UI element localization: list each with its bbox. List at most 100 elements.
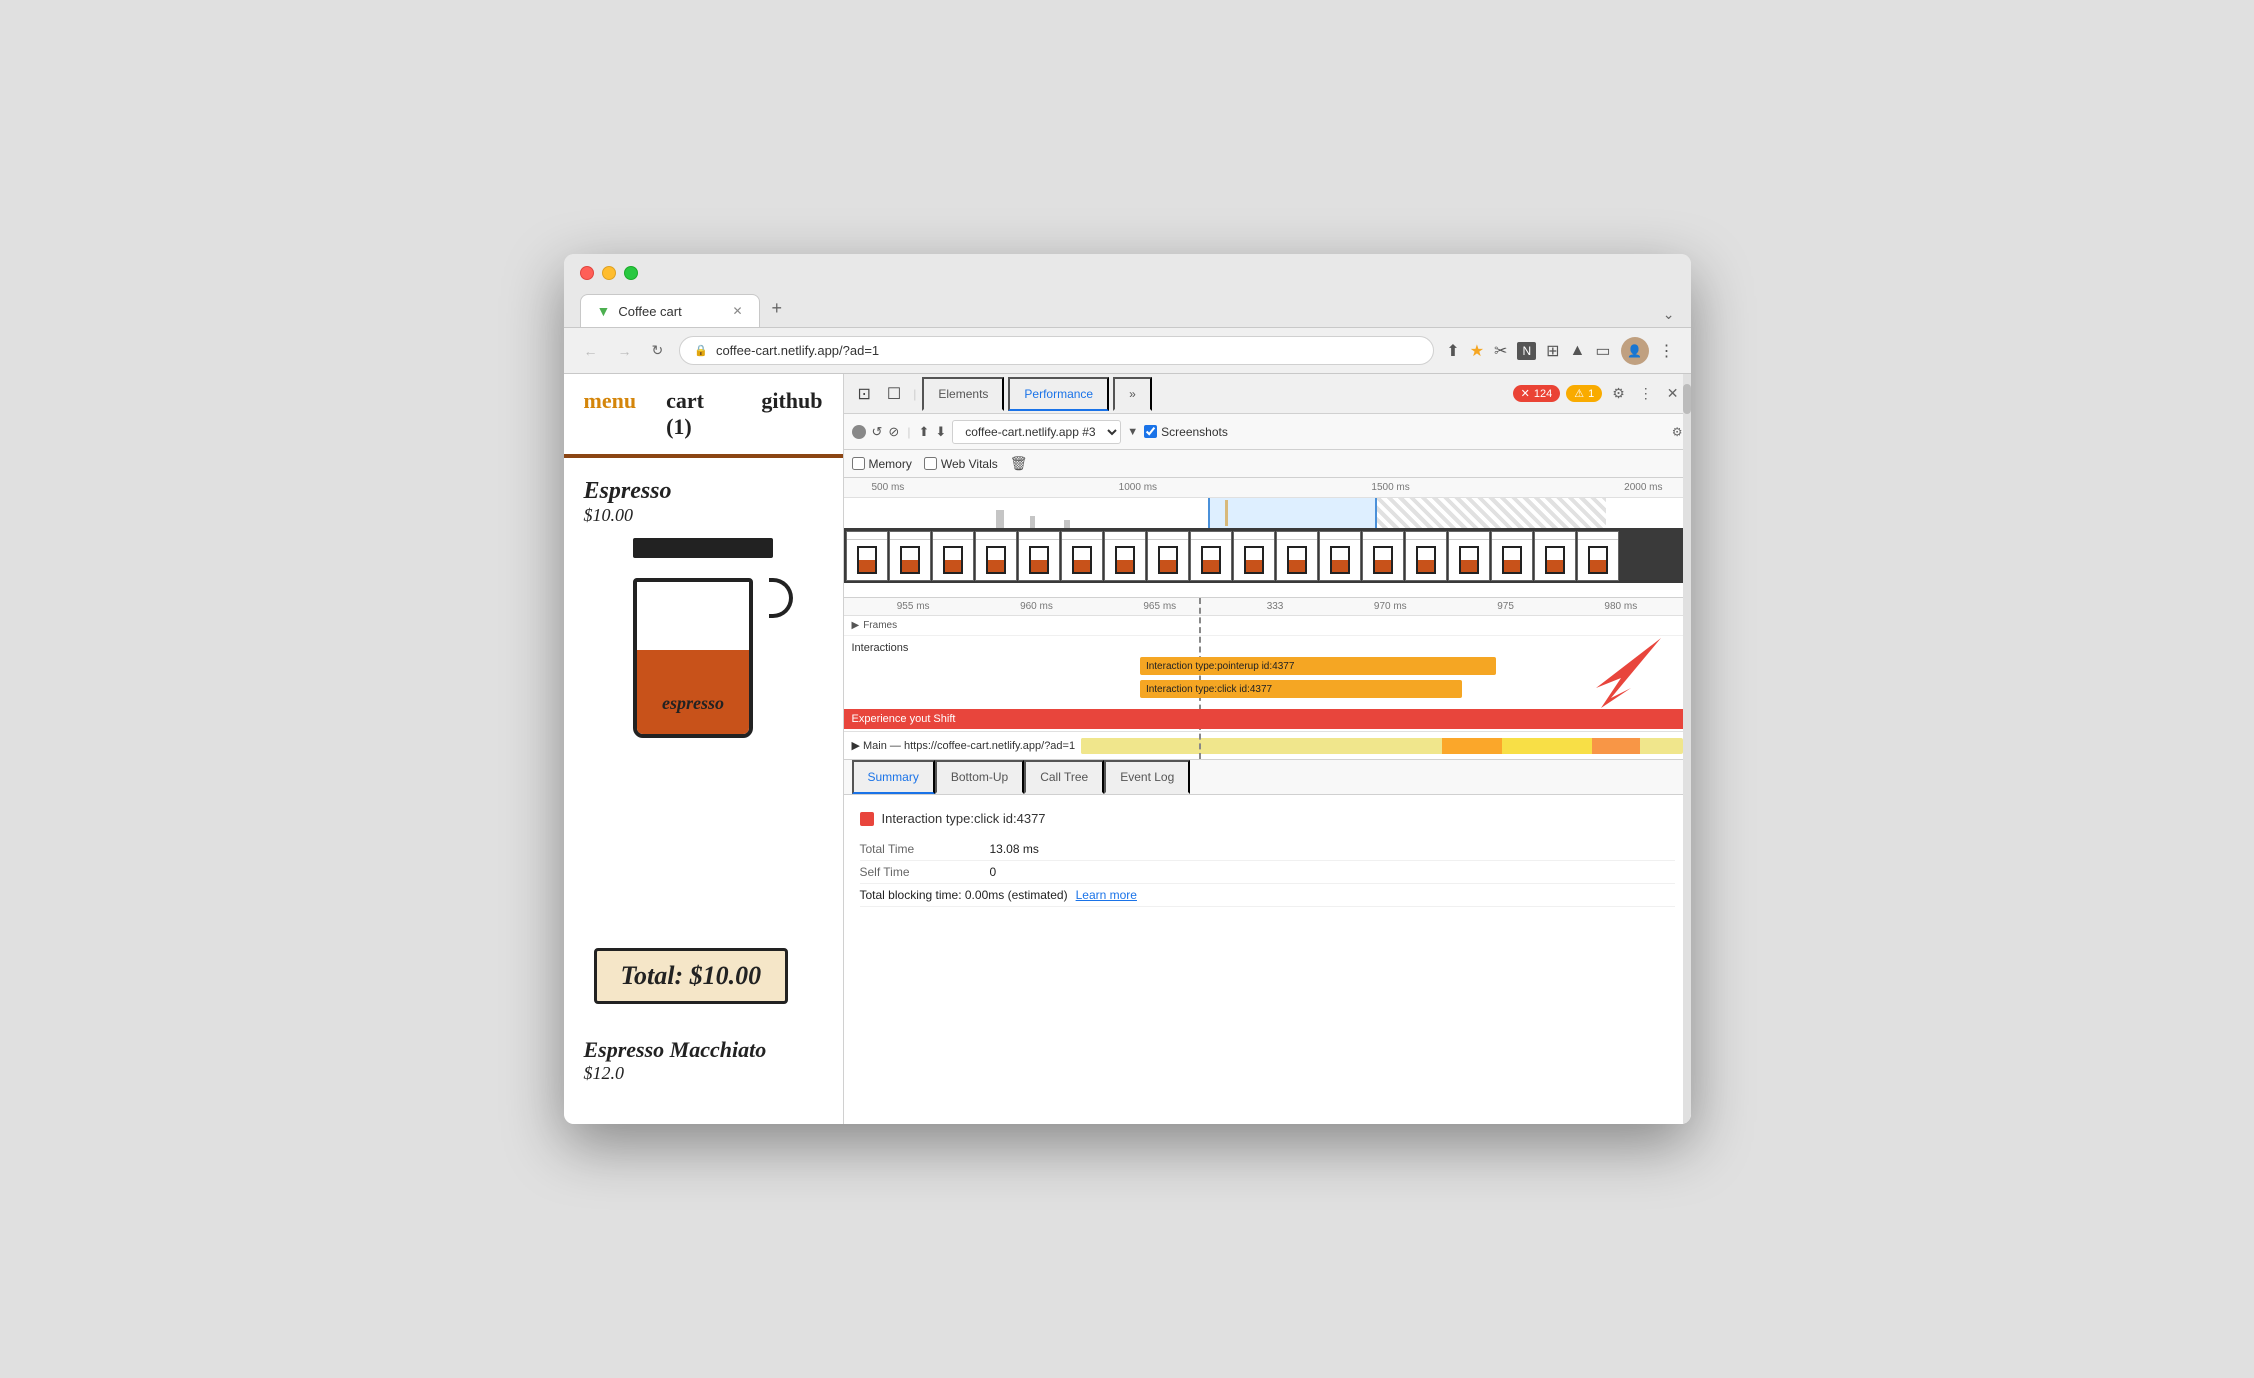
close-traffic-light[interactable] xyxy=(580,266,594,280)
warn-badge: ⚠ 1 xyxy=(1566,385,1602,402)
screenshot-thumb xyxy=(1061,531,1103,581)
record-button[interactable] xyxy=(852,425,866,439)
chrome-menu-icon[interactable]: ⋮ xyxy=(1659,341,1675,361)
devtools-recording-bar: ↺ ⊘ | ⬆ ⬇ coffee-cart.netlify.app #3 ▼ S… xyxy=(844,414,1691,450)
download-profile-icon[interactable]: ⬇ xyxy=(935,424,946,440)
timeline-overview[interactable]: 500 ms 1000 ms 1500 ms 2000 ms CPU NET xyxy=(844,478,1691,598)
self-time-row: Self Time 0 xyxy=(860,861,1675,884)
frames-triangle[interactable]: ▶ xyxy=(852,620,860,631)
ruler-marks: 500 ms 1000 ms 1500 ms 2000 ms xyxy=(852,482,1683,493)
nav-cart-link[interactable]: cart (1) xyxy=(666,388,731,440)
pointerup-bar[interactable]: Interaction type:pointerup id:4377 xyxy=(1140,657,1496,675)
devtools-more-options-icon[interactable]: ⋮ xyxy=(1635,381,1657,406)
tab-summary[interactable]: Summary xyxy=(852,760,935,794)
tab-elements[interactable]: Elements xyxy=(922,377,1004,411)
detail-mark-965: 965 ms xyxy=(1143,601,1176,612)
warn-count: 1 xyxy=(1588,388,1594,400)
screenshot-thumb xyxy=(1276,531,1318,581)
capture-settings-icon[interactable]: ⚙ xyxy=(1672,425,1683,439)
device-mode-button[interactable]: ☐ xyxy=(881,380,907,408)
devtools-toolbar: ⊡ ☐ | Elements Performance » ✕ 124 ⚠ 1 ⚙ xyxy=(844,374,1691,414)
url-bar[interactable]: 🔒 coffee-cart.netlify.app/?ad=1 xyxy=(679,336,1434,365)
performance-marker xyxy=(1225,500,1228,526)
memory-checkbox[interactable] xyxy=(852,457,865,470)
inspect-element-button[interactable]: ⊡ xyxy=(852,380,877,408)
stop-recording-icon[interactable]: ⊘ xyxy=(888,424,899,440)
devtools-scrollbar[interactable] xyxy=(1683,374,1691,1124)
tab-call-tree[interactable]: Call Tree xyxy=(1024,760,1104,794)
cup-label: espresso xyxy=(637,693,749,714)
tab-close-button[interactable]: ✕ xyxy=(732,304,742,318)
tabs-row: ▼ Coffee cart ✕ + ⌄ xyxy=(580,290,1675,327)
timeline-selection xyxy=(1208,498,1377,528)
em-name: Espresso Macchiato xyxy=(584,1037,767,1063)
summary-title: Interaction type:click id:4377 xyxy=(882,811,1046,826)
detail-mark-960: 960 ms xyxy=(1020,601,1053,612)
tab-bottom-up[interactable]: Bottom-Up xyxy=(935,760,1024,794)
nav-menu-link[interactable]: menu xyxy=(584,388,637,440)
lighthouse-icon[interactable]: ▲ xyxy=(1570,342,1586,360)
tab-list-chevron[interactable]: ⌄ xyxy=(1663,306,1675,323)
avatar[interactable]: 👤 xyxy=(1621,337,1649,365)
total-time-row: Total Time 13.08 ms xyxy=(860,838,1675,861)
reload-button[interactable]: ↻ xyxy=(648,340,668,361)
minimize-traffic-light[interactable] xyxy=(602,266,616,280)
forward-button[interactable]: → xyxy=(614,341,636,361)
tab-performance[interactable]: Performance xyxy=(1008,377,1109,411)
upload-profile-icon[interactable]: ⬆ xyxy=(918,424,929,440)
click-label: Interaction type:click id:4377 xyxy=(1146,684,1272,695)
memory-row: Memory Web Vitals 🗑 xyxy=(844,450,1691,478)
extensions-puzzle-icon[interactable]: ⊞ xyxy=(1546,341,1559,361)
tab-event-log[interactable]: Event Log xyxy=(1104,760,1190,794)
mt-block-2 xyxy=(1442,738,1502,754)
total-time-value: 13.08 ms xyxy=(990,842,1039,856)
share-icon[interactable]: ⬆ xyxy=(1446,341,1459,361)
new-tab-button[interactable]: + xyxy=(760,290,795,327)
tabs-right-controls: ⌄ xyxy=(1663,306,1675,327)
screenshot-thumb xyxy=(1491,531,1533,581)
detail-mark-970: 970 ms xyxy=(1374,601,1407,612)
n-extension-icon[interactable]: N xyxy=(1517,342,1536,360)
espresso-cup[interactable]: espresso xyxy=(633,538,773,738)
main-thread-row: ▶ Main — https://coffee-cart.netlify.app… xyxy=(844,731,1691,759)
total-text: Total: $10.00 xyxy=(621,961,762,990)
url-text: coffee-cart.netlify.app/?ad=1 xyxy=(716,343,1419,358)
reload-record-icon[interactable]: ↺ xyxy=(872,424,883,440)
target-selector[interactable]: coffee-cart.netlify.app #3 xyxy=(952,420,1121,444)
interactions-container: Interactions Interaction type:pointerup … xyxy=(844,636,1691,707)
cpu-activity-area xyxy=(844,498,1691,528)
click-bar[interactable]: Interaction type:click id:4377 xyxy=(1140,680,1462,698)
screenshots-toggle-label[interactable]: Screenshots xyxy=(1144,425,1228,439)
error-badge: ✕ 124 xyxy=(1513,385,1561,402)
screenshots-label-text: Screenshots xyxy=(1161,425,1228,439)
browser-toolbar-right: ⬆ ★ ✂ N ⊞ ▲ ▭ 👤 ⋮ xyxy=(1446,337,1674,365)
screenshot-thumb xyxy=(1362,531,1404,581)
scissors-icon[interactable]: ✂ xyxy=(1494,341,1507,361)
web-vitals-checkbox[interactable] xyxy=(924,457,937,470)
active-tab[interactable]: ▼ Coffee cart ✕ xyxy=(580,294,760,327)
learn-more-link[interactable]: Learn more xyxy=(1076,888,1137,902)
maximize-traffic-light[interactable] xyxy=(624,266,638,280)
nav-github-link[interactable]: github xyxy=(761,388,822,440)
summary-color-box xyxy=(860,812,874,826)
screenshots-checkbox[interactable] xyxy=(1144,425,1157,438)
target-dropdown-icon[interactable]: ▼ xyxy=(1127,426,1138,438)
memory-checkbox-label[interactable]: Memory xyxy=(852,457,912,471)
bookmark-icon[interactable]: ★ xyxy=(1470,341,1484,361)
screenshot-thumb xyxy=(1577,531,1619,581)
devtools-close-button[interactable]: ✕ xyxy=(1663,381,1683,406)
devtools-settings-icon[interactable]: ⚙ xyxy=(1608,381,1629,406)
screenshot-thumb xyxy=(1190,531,1232,581)
tab-more-panels[interactable]: » xyxy=(1113,377,1152,411)
back-button[interactable]: ← xyxy=(580,341,602,361)
sidebar-icon[interactable]: ▭ xyxy=(1595,341,1610,361)
web-vitals-checkbox-label[interactable]: Web Vitals xyxy=(924,457,998,471)
espresso-item: Espresso $10.00 espresso xyxy=(564,458,843,758)
devtools-scrollbar-thumb[interactable] xyxy=(1683,384,1691,414)
main-thread-label[interactable]: ▶ Main — https://coffee-cart.netlify.app… xyxy=(852,739,1076,752)
click-bar-container: Interaction type:click id:4377 xyxy=(844,680,1691,702)
detailed-timeline[interactable]: 955 ms 960 ms 965 ms 333 970 ms 975 980 … xyxy=(844,598,1691,760)
detail-mark-955: 955 ms xyxy=(897,601,930,612)
clear-recordings-icon[interactable]: 🗑 xyxy=(1010,455,1028,472)
screenshot-thumb xyxy=(1448,531,1490,581)
